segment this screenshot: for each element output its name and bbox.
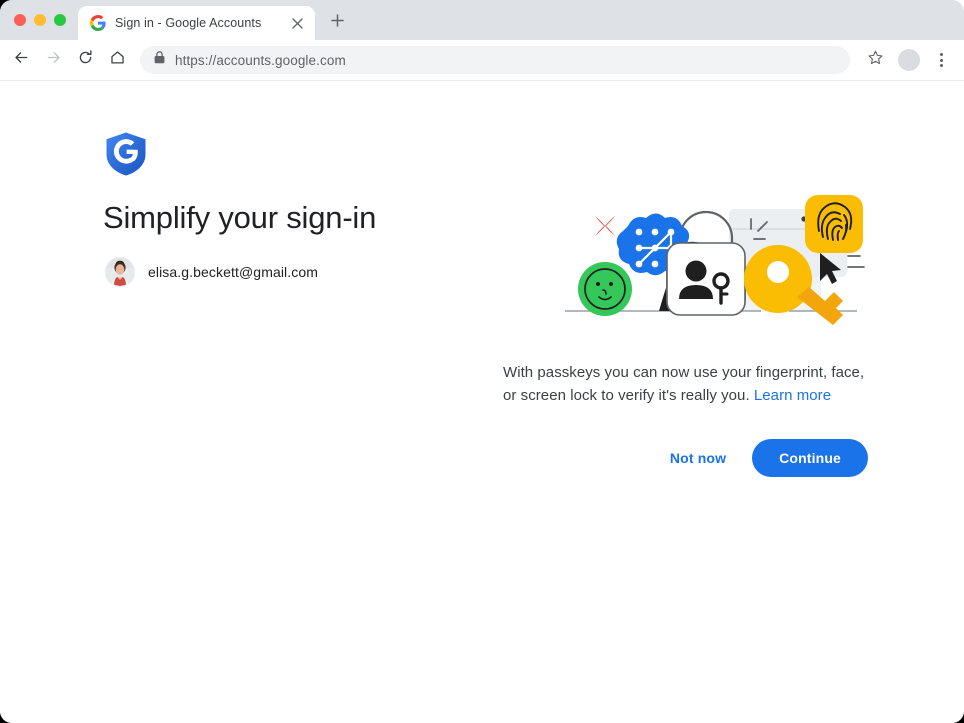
window-maximize-button[interactable]: [54, 14, 66, 26]
plus-icon: [330, 14, 344, 32]
close-icon[interactable]: [289, 15, 305, 31]
tab-title: Sign in - Google Accounts: [115, 16, 262, 30]
profile-avatar-icon[interactable]: [898, 49, 920, 71]
account-chip[interactable]: elisa.g.beckett@gmail.com: [105, 257, 318, 287]
lock-icon: [154, 51, 165, 69]
action-buttons: Not now Continue: [503, 439, 868, 477]
home-button[interactable]: [102, 45, 132, 75]
reload-button[interactable]: [70, 45, 100, 75]
passkeys-panel: With passkeys you can now use your finge…: [503, 191, 873, 477]
star-icon: [867, 49, 884, 71]
browser-toolbar: https://accounts.google.com: [0, 40, 964, 81]
browser-window: Sign in - Google Accounts https://accoun…: [0, 0, 964, 723]
passkeys-illustration: [557, 191, 887, 331]
learn-more-link[interactable]: Learn more: [754, 387, 831, 404]
green-smiley-icon: [578, 262, 632, 316]
user-avatar: [105, 257, 135, 287]
back-arrow-icon: [13, 49, 30, 71]
page-title: Simplify your sign-in: [103, 200, 377, 235]
browser-tab-active[interactable]: Sign in - Google Accounts: [78, 6, 315, 40]
address-bar-url: https://accounts.google.com: [175, 52, 346, 68]
back-button[interactable]: [6, 45, 36, 75]
fingerprint-badge-icon: [805, 195, 863, 253]
three-dot-menu-icon[interactable]: [928, 47, 954, 73]
continue-button[interactable]: Continue: [752, 439, 868, 477]
google-security-shield-icon: [104, 131, 148, 177]
google-g-icon: [90, 15, 106, 31]
red-x-icon: [595, 216, 615, 236]
not-now-button[interactable]: Not now: [658, 440, 738, 476]
forward-button[interactable]: [38, 45, 68, 75]
passkeys-description: With passkeys you can now use your finge…: [503, 361, 875, 407]
new-tab-button[interactable]: [323, 9, 351, 37]
window-minimize-button[interactable]: [34, 14, 46, 26]
address-bar[interactable]: https://accounts.google.com: [140, 46, 850, 74]
tab-strip: Sign in - Google Accounts: [0, 0, 964, 40]
forward-arrow-icon: [45, 49, 62, 71]
page-content: Simplify your sign-in elisa.g.beckett@gm…: [0, 81, 964, 723]
window-close-button[interactable]: [14, 14, 26, 26]
account-email: elisa.g.beckett@gmail.com: [148, 264, 319, 280]
bookmark-button[interactable]: [860, 45, 890, 75]
id-card-person-key-icon: [666, 242, 746, 316]
reload-icon: [77, 49, 94, 71]
home-icon: [109, 49, 126, 71]
window-traffic-lights: [10, 0, 78, 40]
